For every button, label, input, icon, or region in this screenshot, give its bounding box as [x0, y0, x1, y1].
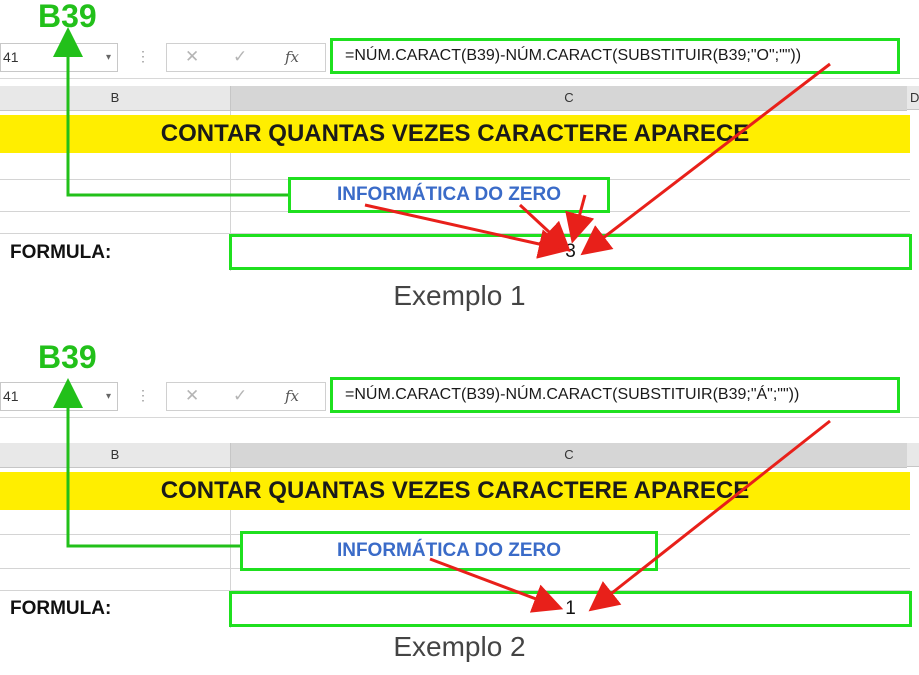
name-box-value: 41	[3, 49, 19, 65]
table-row	[0, 153, 910, 180]
column-header-d[interactable]: D	[907, 86, 919, 110]
source-text-cell[interactable]: INFORMÁTICA DO ZERO	[240, 531, 658, 571]
formula-label: FORMULA:	[10, 242, 112, 263]
caption: Exemplo 1	[393, 280, 526, 311]
name-box[interactable]: 41 ▾	[0, 382, 118, 411]
formula-input[interactable]: =NÚM.CARACT(B39)-NÚM.CARACT(SUBSTITUIR(B…	[330, 38, 900, 74]
title-cell[interactable]: CONTAR QUANTAS VEZES CARACTERE APARECE	[0, 115, 910, 153]
title-text: CONTAR QUANTAS VEZES CARACTERE APARECE	[160, 120, 750, 147]
title-text: CONTAR QUANTAS VEZES CARACTERE APARECE	[160, 477, 750, 504]
title-cell[interactable]: CONTAR QUANTAS VEZES CARACTERE APARECE	[0, 472, 910, 510]
column-header-d[interactable]	[907, 443, 919, 467]
table-row	[0, 211, 910, 234]
formula-bar: 41 ▾ ⋮ ✕ ✓ fx =NÚM.CARACT(B39)-NÚM.CARAC…	[0, 38, 919, 79]
formula-input[interactable]: =NÚM.CARACT(B39)-NÚM.CARACT(SUBSTITUIR(B…	[330, 377, 900, 413]
cell-reference-annotation: B39	[38, 0, 97, 34]
insert-function-icon[interactable]: fx	[285, 387, 299, 405]
table-row	[0, 568, 910, 591]
formula-label: FORMULA:	[10, 598, 112, 619]
cell-reference-annotation: B39	[38, 339, 97, 375]
cancel-icon[interactable]: ✕	[185, 47, 199, 67]
column-header-b[interactable]: B	[0, 86, 231, 111]
chevron-down-icon[interactable]: ▾	[106, 44, 111, 71]
formula-buttons: ✕ ✓ fx	[166, 43, 326, 72]
result-cell[interactable]: 1	[229, 591, 912, 627]
column-header-b[interactable]: B	[0, 443, 231, 468]
formula-bar: 41 ▾ ⋮ ✕ ✓ fx =NÚM.CARACT(B39)-NÚM.CARAC…	[0, 377, 919, 418]
insert-function-icon[interactable]: fx	[285, 48, 299, 66]
separator-dots-icon: ⋮	[136, 387, 150, 403]
chevron-down-icon[interactable]: ▾	[106, 383, 111, 410]
example-2: B39 41 ▾ ⋮ ✕ ✓ fx =NÚM.CARACT(B39)-NÚM.C…	[0, 339, 919, 675]
separator-dots-icon: ⋮	[136, 48, 150, 64]
formula-buttons: ✕ ✓ fx	[166, 382, 326, 411]
column-header-c[interactable]: C	[231, 86, 907, 111]
example-1: B39 41 ▾ ⋮ ✕ ✓ fx =NÚM.CARACT(B39)-NÚM.C…	[0, 0, 919, 334]
source-text-cell[interactable]: INFORMÁTICA DO ZERO	[288, 177, 610, 213]
cancel-icon[interactable]: ✕	[185, 386, 199, 406]
name-box[interactable]: 41 ▾	[0, 43, 118, 72]
name-box-value: 41	[3, 388, 19, 404]
column-header-c[interactable]: C	[231, 443, 907, 468]
enter-icon[interactable]: ✓	[233, 47, 247, 67]
caption: Exemplo 2	[393, 631, 526, 662]
result-cell[interactable]: 3	[229, 234, 912, 270]
enter-icon[interactable]: ✓	[233, 386, 247, 406]
